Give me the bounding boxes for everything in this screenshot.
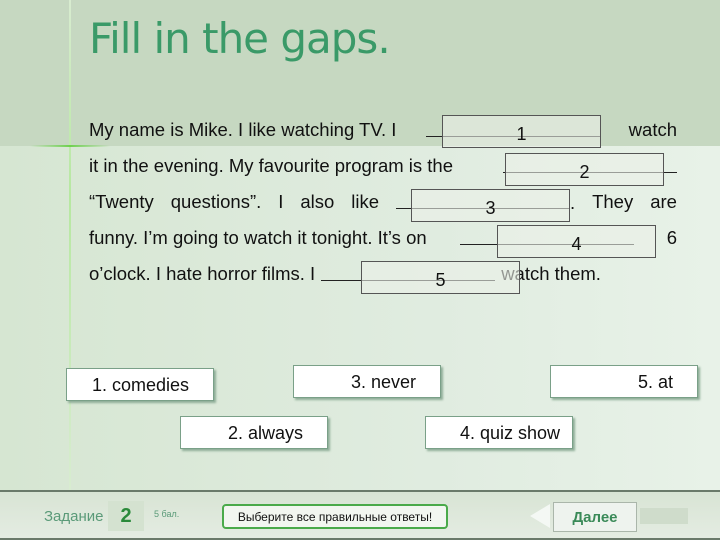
text-line-3: “Twenty questions”. Ialso like. They are [89, 191, 677, 214]
text: I [278, 191, 284, 212]
answer-option-4[interactable]: 4. quiz show [425, 416, 573, 449]
answer-option-1[interactable]: 1. comedies [66, 368, 214, 401]
gap-drop-4[interactable]: 4 [497, 225, 656, 258]
next-button[interactable]: Далее [553, 502, 637, 532]
task-label: Задание [44, 508, 104, 525]
back-arrow-icon[interactable] [530, 504, 550, 528]
page-title: Fill in the gaps. [89, 14, 391, 63]
text: o’clock. I hate horror films. I [89, 263, 316, 284]
answer-option-3[interactable]: 3. never [293, 365, 441, 398]
text: like [351, 191, 380, 212]
points-label: 5 бал. [154, 509, 180, 519]
answer-option-2[interactable]: 2. always [180, 416, 328, 449]
gap-drop-3[interactable]: 3 [411, 189, 570, 222]
text: 6 [666, 227, 677, 248]
footer-bar: Задание 2 5 бал. Выберите все правильные… [0, 490, 720, 540]
text: . [569, 192, 576, 213]
text: They [592, 191, 634, 212]
text: it in the evening. My favourite program … [89, 155, 454, 176]
text: funny. I’m going to watch it tonight. It… [89, 227, 427, 248]
progress-box [640, 508, 688, 524]
task-number: 2 [108, 501, 144, 531]
gap-drop-5[interactable]: 5 [361, 261, 520, 294]
text: watch [628, 119, 677, 140]
gap-drop-2[interactable]: 2 [505, 153, 664, 186]
text: questions”. [170, 191, 262, 212]
text: also [300, 191, 335, 212]
text: My name is Mike. I like watching TV. I [89, 119, 397, 140]
answer-option-5[interactable]: 5. at [550, 365, 698, 398]
gap-drop-1[interactable]: 1 [442, 115, 601, 148]
decorative-line [30, 145, 110, 147]
hint-message: Выберите все правильные ответы! [222, 504, 448, 529]
text: “Twenty [89, 191, 154, 212]
decorative-line [69, 0, 71, 490]
text: are [650, 191, 677, 212]
